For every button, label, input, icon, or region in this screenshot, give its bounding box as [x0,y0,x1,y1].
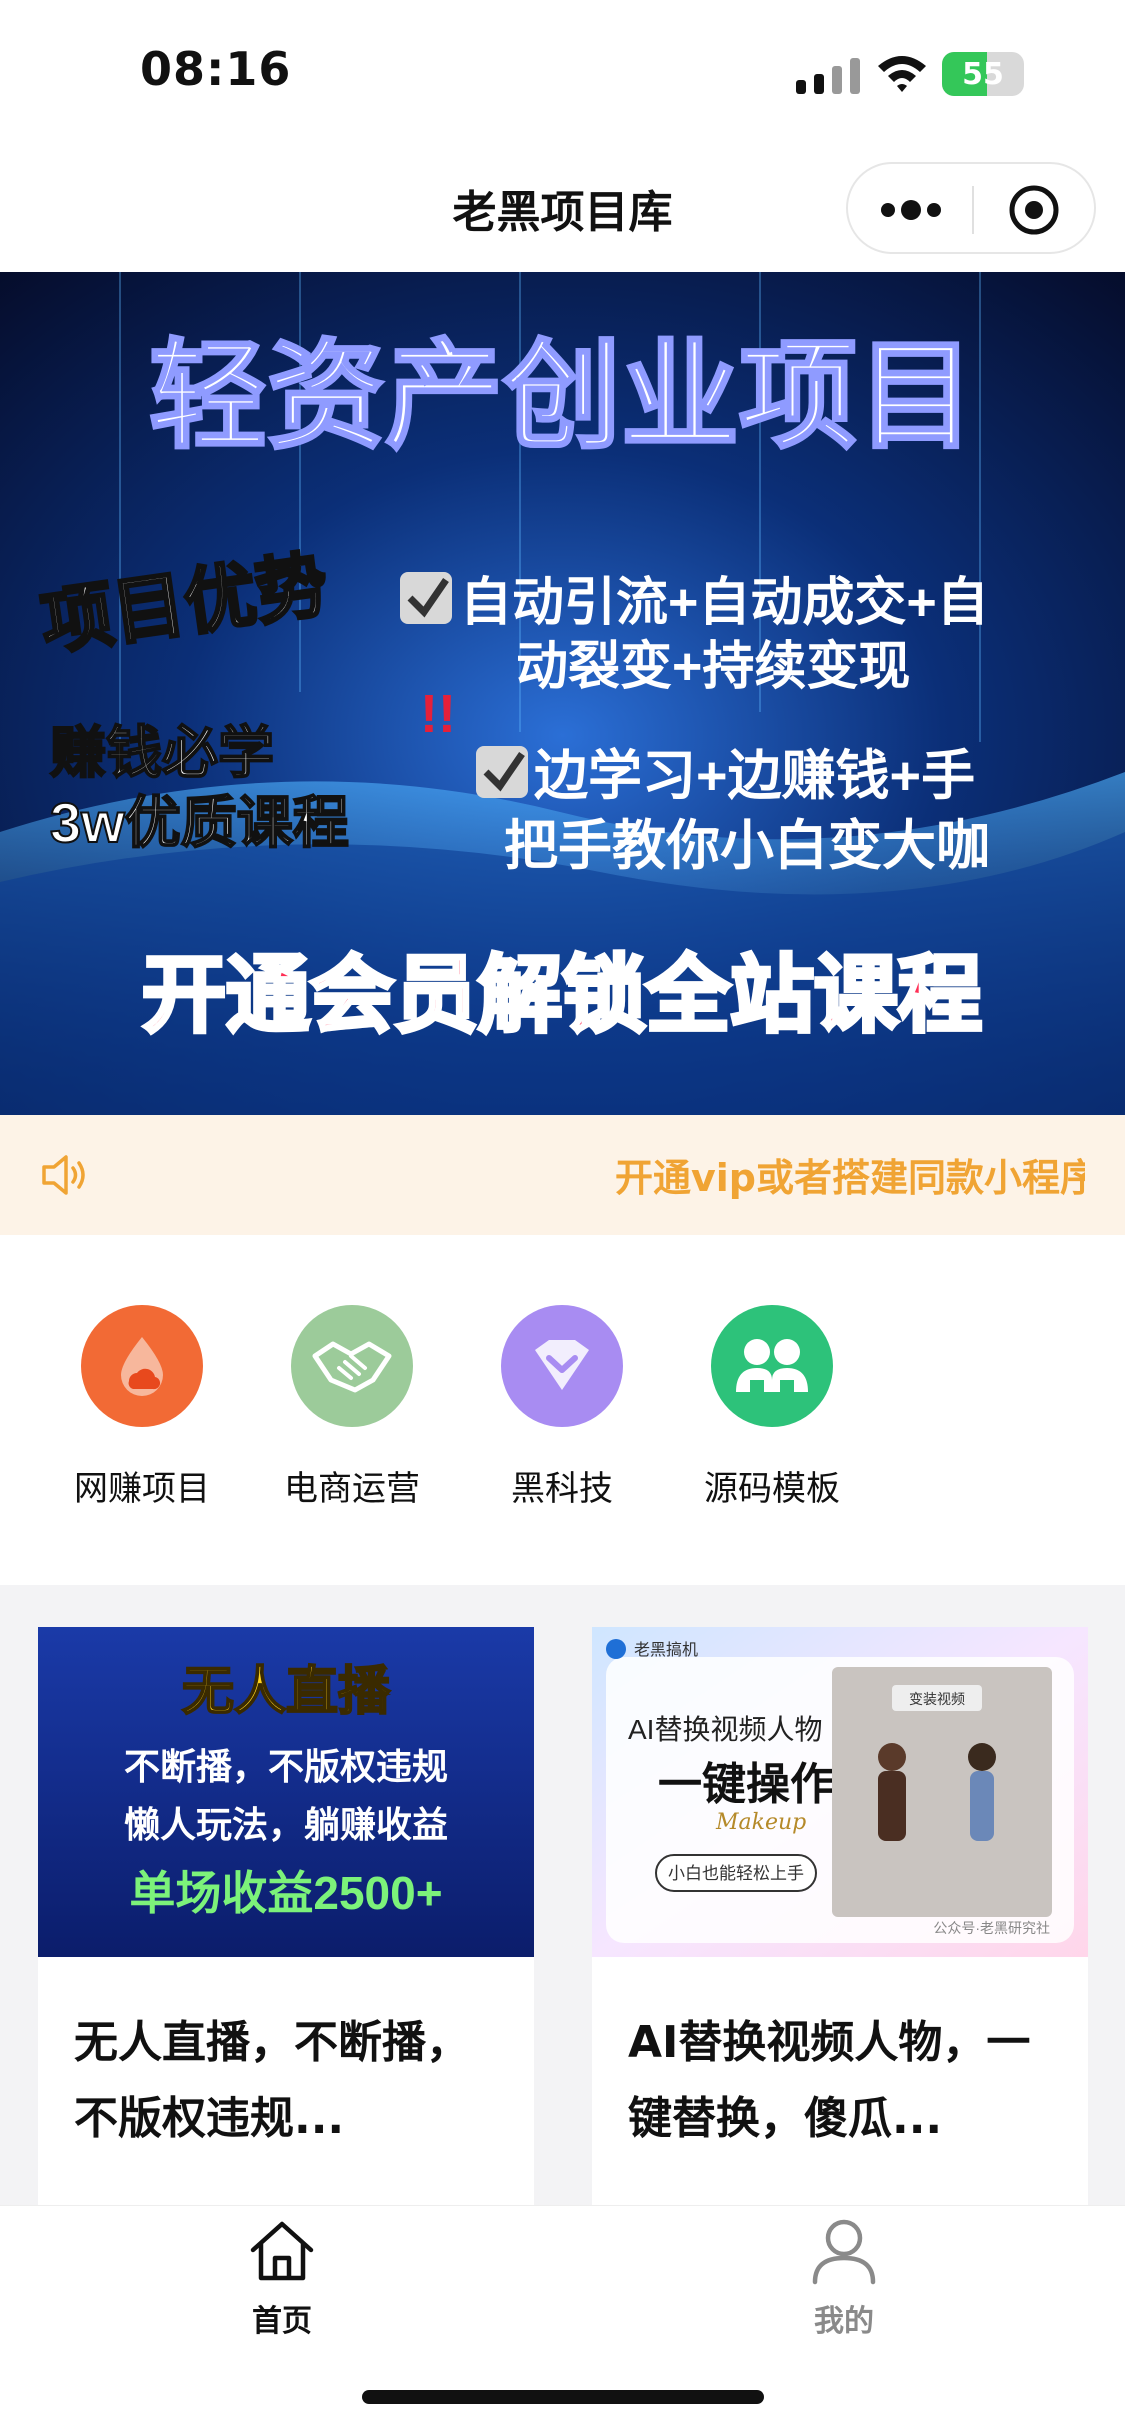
diamond-icon [501,1305,623,1427]
more-dots-icon[interactable] [878,186,944,234]
banner-bullet1-line2: 动裂变+持续变现 [516,638,910,696]
users-icon [711,1305,833,1427]
thumb-line2: 一键操作 [658,1760,834,1809]
thumb-video-label: 变装视频 [909,1691,965,1707]
cellular-signal-icon [796,58,860,94]
handshake-icon [291,1305,413,1427]
card-title: 无人直播，不断播，不版权违规... [74,2017,470,2144]
tab-label: 我的 [814,2304,874,2339]
banner-badge-learn-2: 3w优质课程 [50,791,349,854]
category-item-wangzhuan[interactable]: 网赚项目 [52,1305,232,1510]
thumb-line3: 懒人玩法，躺赚收益 [124,1804,448,1845]
category-item-heikeji[interactable]: 黑科技 [472,1305,652,1510]
thumb-line3: Makeup [715,1810,806,1835]
card-thumbnail: 老黑搞机 AI替换视频人物 一键操作 Makeup 小白也能轻松上手 变装视频 … [592,1627,1088,1957]
thumb-line1: AI替换视频人物 [628,1714,822,1745]
target-close-icon[interactable] [1008,184,1060,236]
tab-profile[interactable]: 我的 [744,2216,944,2340]
app-page: 08:16 55 老黑项目库 轻资产创业项目 项目优势 自动引流+自动成交+自 … [0,0,1125,2436]
wifi-icon [878,56,926,92]
thumb-pill: 小白也能轻松上手 [668,1864,804,1883]
project-list: 无人直播 不断播，不版权违规 懒人玩法，躺赚收益 单场收益2500+ 无人直播，… [0,1585,1125,2327]
banner-exclaim: !! [420,684,456,744]
thumb-watermark: 公众号·老黑研究社 [933,1920,1050,1936]
thumb-line4: 单场收益2500+ [129,1867,442,1919]
mini-program-capsule [846,162,1096,254]
battery-icon: 55 [942,52,1024,96]
category-item-yuanma[interactable]: 源码模板 [682,1305,862,1510]
drop-cloud-icon [81,1305,203,1427]
banner-graphic: 轻资产创业项目 项目优势 自动引流+自动成交+自 动裂变+持续变现 赚钱必学 3… [0,272,1125,1115]
banner-bullet2-line1: 边学习+边赚钱+手 [534,746,975,806]
user-icon [812,2219,876,2285]
thumb-brand: 老黑搞机 [634,1641,698,1659]
status-time: 08:16 [140,42,292,96]
promo-banner[interactable]: 轻资产创业项目 项目优势 自动引流+自动成交+自 动裂变+持续变现 赚钱必学 3… [0,272,1125,1115]
status-bar: 08:16 55 [0,0,1125,140]
notice-text: 开通vip或者搭建同款小程序 [615,1156,1085,1200]
thumb-line2: 不断播，不版权违规 [124,1746,448,1787]
banner-cta: 开通会员解锁全站课程 [142,948,982,1042]
category-item-dianshang[interactable]: 电商运营 [262,1305,442,1510]
nav-bar: 老黑项目库 [0,140,1125,272]
card-title: AI替换视频人物，一键替换，傻瓜... [628,2017,1031,2144]
category-label: 源码模板 [704,1469,840,1509]
notice-bar[interactable]: 开通vip或者搭建同款小程序 [0,1115,1125,1235]
battery-level: 55 [962,56,1004,92]
banner-title: 轻资产创业项目 [149,331,975,463]
banner-bullet2-line2: 把手教你小白变大咖 [504,816,990,876]
tab-home[interactable]: 首页 [182,2216,382,2340]
home-icon [250,2221,314,2281]
category-label: 电商运营 [284,1469,420,1509]
card-thumbnail: 无人直播 不断播，不版权违规 懒人玩法，躺赚收益 单场收益2500+ [38,1627,534,1957]
banner-badge-learn-1: 赚钱必学 [50,721,274,784]
category-grid: 网赚项目 电商运营 黑科技 源码模板 [0,1235,1125,1585]
home-indicator [362,2390,764,2404]
speaker-icon [42,1155,85,1195]
thumb-title: 无人直播 [182,1663,391,1721]
category-label: 黑科技 [511,1469,613,1509]
banner-bullet1-line1: 自动引流+自动成交+自 [460,574,989,632]
category-label: 网赚项目 [74,1469,210,1509]
tab-label: 首页 [252,2304,312,2339]
